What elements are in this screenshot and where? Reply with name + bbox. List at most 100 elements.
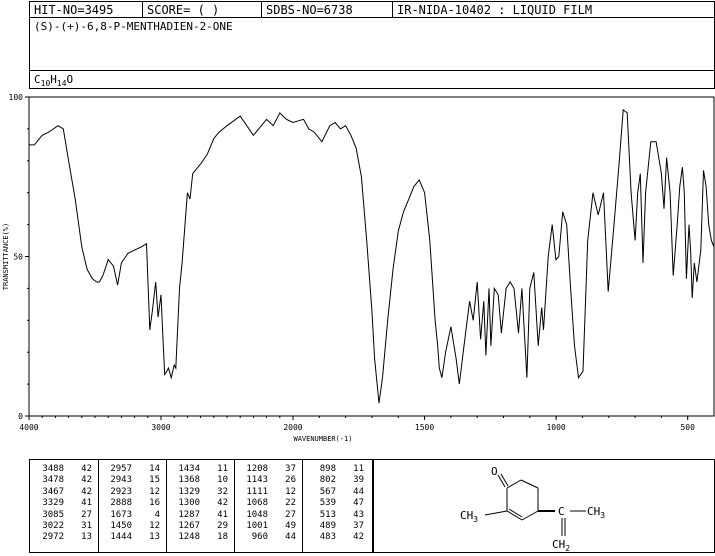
peak-transmittance: 31 [81, 521, 92, 532]
molecular-formula: C10H14O [34, 73, 73, 88]
y-tick-label: 100 [9, 93, 24, 102]
peak-row: 1434 11 [172, 464, 228, 475]
peak-wavenumber: 3085 [42, 509, 64, 520]
peak-wavenumber: 802 [319, 475, 336, 486]
peak-wavenumber: 1673 [110, 509, 132, 520]
x-tick-label: 2000 [283, 423, 302, 432]
peak-row: 3467 42 [36, 487, 92, 498]
y-tick-label: 0 [18, 412, 23, 421]
peak-row: 489 37 [308, 521, 364, 532]
peak-transmittance: 26 [285, 475, 296, 486]
peak-wavenumber: 3478 [42, 475, 64, 486]
peak-wavenumber: 2888 [110, 498, 132, 509]
peak-wavenumber: 1001 [246, 521, 268, 532]
peak-wavenumber: 3488 [42, 464, 64, 474]
peak-row: 1111 12 [240, 487, 296, 498]
peak-transmittance: 42 [353, 532, 364, 543]
oxygen-label: O [491, 465, 498, 478]
y-axis-label: TRANSMITTANCE(%) [2, 223, 10, 290]
peak-row: 898 11 [308, 464, 364, 475]
compound-name: (S)-(+)-6,8-P-MENTHADIEN-2-ONE [34, 20, 233, 33]
peak-wavenumber: 3022 [42, 521, 64, 532]
spectrum-line [29, 108, 715, 404]
formula-h: H [50, 73, 57, 86]
x-tick-label: 1500 [415, 423, 434, 432]
table-divider [166, 460, 167, 552]
peak-row: 1368 10 [172, 475, 228, 486]
peak-transmittance: 29 [217, 521, 228, 532]
peak-row: 2943 15 [104, 475, 160, 486]
x-tick-label: 1000 [546, 423, 565, 432]
peak-wavenumber: 489 [319, 521, 336, 532]
peak-row: 483 42 [308, 532, 364, 543]
peak-row: 1444 13 [104, 532, 160, 543]
peak-transmittance: 47 [353, 498, 364, 509]
peak-transmittance: 15 [149, 475, 160, 486]
peak-transmittance: 16 [149, 498, 160, 509]
x-tick-label: 4000 [19, 423, 38, 432]
peak-wavenumber: 1267 [178, 521, 200, 532]
peak-transmittance: 18 [217, 532, 228, 543]
score: SCORE= ( ) [147, 3, 220, 17]
peak-transmittance: 37 [285, 464, 296, 474]
peak-row: 1300 42 [172, 498, 228, 509]
peak-wavenumber: 2972 [42, 532, 64, 543]
peak-wavenumber: 1329 [178, 486, 200, 497]
peak-wavenumber: 1143 [246, 475, 268, 486]
peak-row: 3085 27 [36, 510, 92, 521]
y-tick-label: 50 [13, 253, 23, 262]
hit-no: HIT-NO=3495 [34, 3, 114, 17]
x-tick-label: 500 [680, 423, 695, 432]
x-axis-label: WAVENUMBER(-1) [293, 435, 352, 443]
peak-transmittance: 11 [217, 464, 228, 474]
peak-transmittance: 39 [353, 475, 364, 486]
chart-labels: 4000 3000 2000 1500 1000 500 0 50 100 WAVENUMBER(… [2, 93, 695, 443]
peak-wavenumber: 2957 [110, 464, 132, 474]
peak-transmittance: 11 [353, 464, 364, 474]
peak-row: 1143 26 [240, 475, 296, 486]
peak-wavenumber: 2943 [110, 475, 132, 486]
peak-row: 1267 29 [172, 521, 228, 532]
peak-row: 539 47 [308, 498, 364, 509]
molecule-structure: O CH3 C CH3 CH2 [460, 465, 605, 553]
peak-column: 898 11 802 39 567 44 539 47 513 43 489 37 483 42 [308, 464, 364, 544]
peak-column: 2957 14 2943 15 2923 12 2888 16 1673 4 1450 12 1444 1… [104, 464, 160, 544]
peak-row: 1001 49 [240, 521, 296, 532]
peak-row: 1048 27 [240, 510, 296, 521]
peak-row: 513 43 [308, 510, 364, 521]
peak-column: 1434 11 1368 10 1329 32 1300 42 1287 41 1267 29 1248… [172, 464, 228, 544]
peak-wavenumber: 1368 [178, 475, 200, 486]
peak-transmittance: 42 [81, 464, 92, 474]
peak-transmittance: 12 [149, 486, 160, 497]
peak-row: 1450 12 [104, 521, 160, 532]
carbon-label: C [558, 505, 565, 518]
peak-row: 2972 13 [36, 532, 92, 543]
peak-wavenumber: 539 [319, 498, 336, 509]
peak-wavenumber: 567 [319, 486, 336, 497]
table-divider [98, 460, 99, 552]
ir-info: IR-NIDA-10402 : LIQUID FILM [397, 3, 593, 17]
peak-wavenumber: 513 [319, 509, 336, 520]
peak-transmittance: 27 [285, 509, 296, 520]
formula-box: C10H14O [29, 70, 715, 89]
header-bar: HIT-NO=3495 SCORE= ( ) SDBS-NO=6738 IR-N… [29, 1, 715, 18]
peak-transmittance: 27 [81, 509, 92, 520]
peak-wavenumber: 1248 [178, 532, 200, 543]
peak-row: 3478 42 [36, 475, 92, 486]
formula-c: C [34, 73, 41, 86]
peak-transmittance: 41 [217, 509, 228, 520]
peak-wavenumber: 1287 [178, 509, 200, 520]
structure-box: O CH3 C CH3 CH2 [373, 459, 715, 553]
methyl-left-label: CH3 [460, 509, 478, 524]
peak-row: 3022 31 [36, 521, 92, 532]
peak-row: 1329 32 [172, 487, 228, 498]
peak-transmittance: 43 [353, 509, 364, 520]
peak-wavenumber: 898 [319, 464, 336, 474]
peak-row: 2923 12 [104, 487, 160, 498]
peak-wavenumber: 1450 [110, 521, 132, 532]
peak-transmittance: 13 [149, 532, 160, 543]
methyl-right-label: CH3 [587, 505, 605, 520]
formula-c-count: 10 [40, 79, 51, 89]
peak-transmittance: 12 [285, 486, 296, 497]
peak-transmittance: 37 [353, 521, 364, 532]
